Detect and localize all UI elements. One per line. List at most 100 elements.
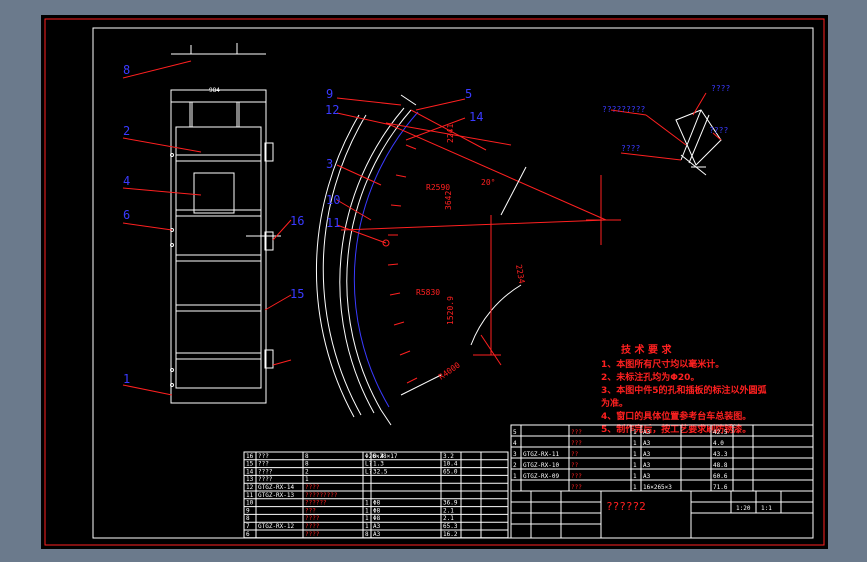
width-dimension: 984 (209, 87, 220, 94)
bom-left-cell: 14 (246, 468, 254, 475)
callout-14: 15 (290, 287, 304, 301)
bom-right-cell: 1 (633, 484, 637, 491)
angle-20: 20° (481, 178, 495, 187)
bom-left-cell: 10.4 (443, 461, 458, 468)
bom-left-cell: 8 (246, 515, 250, 522)
bom-right-cell: A3 (643, 429, 651, 436)
bom-left-cell: 16 (246, 453, 254, 460)
bom-left-cell: 2.1 (443, 507, 454, 514)
bom-left-cell: ???? (258, 468, 273, 475)
bom-left-cell: A3 (373, 531, 381, 538)
section-radius: R4000 (437, 360, 462, 381)
bom-left-cell: 15 (246, 461, 254, 468)
bom-left-cell: 1.3 (373, 461, 384, 468)
bom-right-cell: ?? (571, 462, 579, 469)
drawing-name: ?????2 (606, 500, 646, 513)
bom-left-cell: 8 (365, 531, 369, 538)
bom-left-cell: 16.2 (443, 531, 458, 538)
bom-left-cell: 1 (305, 476, 309, 483)
bom-right-cell: 48.8 (713, 462, 728, 469)
bom-left-cell: GTGZ-RX-14 (258, 484, 295, 491)
detail-label-2: ???? (621, 144, 640, 153)
callout-5: 14 (469, 110, 483, 124)
bom-left-cell: 7 (246, 523, 250, 530)
cad-drawing: 984 R2590 R5830 3642 1520.9 2241 2234 20… (44, 18, 825, 546)
bom-left-cell: GTGZ-RX-12 (258, 523, 295, 530)
outer-border (44, 18, 825, 546)
bom-left-cell: 1 (365, 523, 369, 530)
detail-label-1: ????????? (602, 105, 646, 114)
notes-title: 技 术 要 求 (621, 343, 672, 356)
bom-left-cell: 36.9 (443, 500, 458, 507)
callout-12: 5 (465, 87, 472, 101)
radius-r2590: R2590 (426, 183, 450, 192)
note-line-5: 4、窗口的具体位置参考台车总装图。 (601, 410, 751, 422)
bom-left-cell: 1 (365, 500, 369, 507)
bom-left-cell: 12 (246, 484, 254, 491)
callout-15: 16 (290, 214, 304, 228)
bom-right-cell: 4.0 (713, 440, 724, 447)
title-block (510, 490, 814, 539)
arc-view (315, 94, 621, 426)
arc-hole-markers (387, 144, 418, 384)
callout-11: 12 (325, 103, 339, 117)
bom-right-cell: 1 (633, 429, 637, 436)
dim-1520: 1520.9 (446, 296, 455, 325)
bom-left-cell: 65.0 (443, 468, 458, 475)
bom-left-cell: Φ8 (373, 507, 381, 514)
bom-left-cell: ???? (305, 515, 320, 522)
bom-right-cell: ??? (571, 473, 582, 480)
dim-3642: 3642 (444, 191, 453, 210)
bom-left-rows: 16??? 8 Φ26×28×170.4 3.215??? 8 L? 1.3 10.414??… (244, 453, 508, 539)
bom-right-cell: GTGZ-RX-11 (523, 451, 560, 458)
bom-left-cell: L? (365, 468, 373, 475)
bom-right-cell: 60.6 (713, 473, 728, 480)
bom-left-cell: 2.1 (443, 515, 454, 522)
bom-left-cell: 2 (305, 468, 309, 475)
bom-right-cell: ??? (571, 440, 582, 447)
bom-right-cell: 1 (633, 462, 637, 469)
bom-right-cell: A3 (643, 451, 651, 458)
bom-left-cell: 1 (365, 515, 369, 522)
technical-notes: 技 术 要 求 1、本图所有尺寸均以毫米计。 2、未标注孔均为Φ20。 3、本图… (601, 343, 767, 435)
bom-right-cell: ?? (571, 451, 579, 458)
bom-left-cell: A3 (373, 523, 381, 530)
bom-right-cell: GTGZ-RX-09 (523, 473, 560, 480)
note-line-2: 2、未标注孔均为Φ20。 (601, 371, 699, 383)
bom-right-cell: 1 (513, 473, 517, 480)
bom-left-cell: ????????? (305, 492, 338, 499)
callout-2: 2 (123, 124, 130, 138)
bom-right-cell: 4 (513, 440, 517, 447)
bom-right-cell: 42.5 (713, 429, 728, 436)
bom-left-cell: 13 (246, 476, 254, 483)
note-line-3: 3、本图中件5的孔和插板的标注以外圆弧 (601, 384, 767, 396)
detail-label-4: ???? (709, 126, 728, 135)
bom-right-cell: 3 (513, 451, 517, 458)
sheet-value: 1:1 (761, 505, 772, 512)
bom-left-cell: 6 (246, 531, 250, 538)
bom-left-cell: ???? (258, 476, 273, 483)
bom-left-cell: ???? (305, 523, 320, 530)
bom-left-cell: 65.3 (443, 523, 458, 530)
radius-r5830: R5830 (416, 288, 440, 297)
bom-left-cell: ??? (258, 453, 269, 460)
bom-right-cell: 43.3 (713, 451, 728, 458)
bom-left-cell: ???? (305, 531, 320, 538)
callout-9: 3 (326, 157, 333, 171)
bom-right-cell: 1 (633, 451, 637, 458)
front-view (170, 43, 281, 404)
bom-left-cell: 8 (305, 461, 309, 468)
bom-right-cell: A3 (643, 440, 651, 447)
drawing-sheet: 984 R2590 R5830 3642 1520.9 2241 2234 20… (41, 15, 828, 549)
callout-6: 6 (123, 208, 130, 222)
bom-right-cell: A3 (643, 473, 651, 480)
bom-right-cell: 1 (633, 440, 637, 447)
note-line-1: 1、本图所有尺寸均以毫米计。 (601, 358, 724, 370)
bom-left-cell: ???? (305, 484, 320, 491)
bom-left-cell: 9 (246, 507, 250, 514)
callout-10: 11 (326, 216, 340, 230)
bom-left-cell: 8 (305, 453, 309, 460)
callout-8: 9 (326, 87, 333, 101)
bom-left-cell: 11 (246, 492, 254, 499)
bom-right-cell: 1 (633, 473, 637, 480)
